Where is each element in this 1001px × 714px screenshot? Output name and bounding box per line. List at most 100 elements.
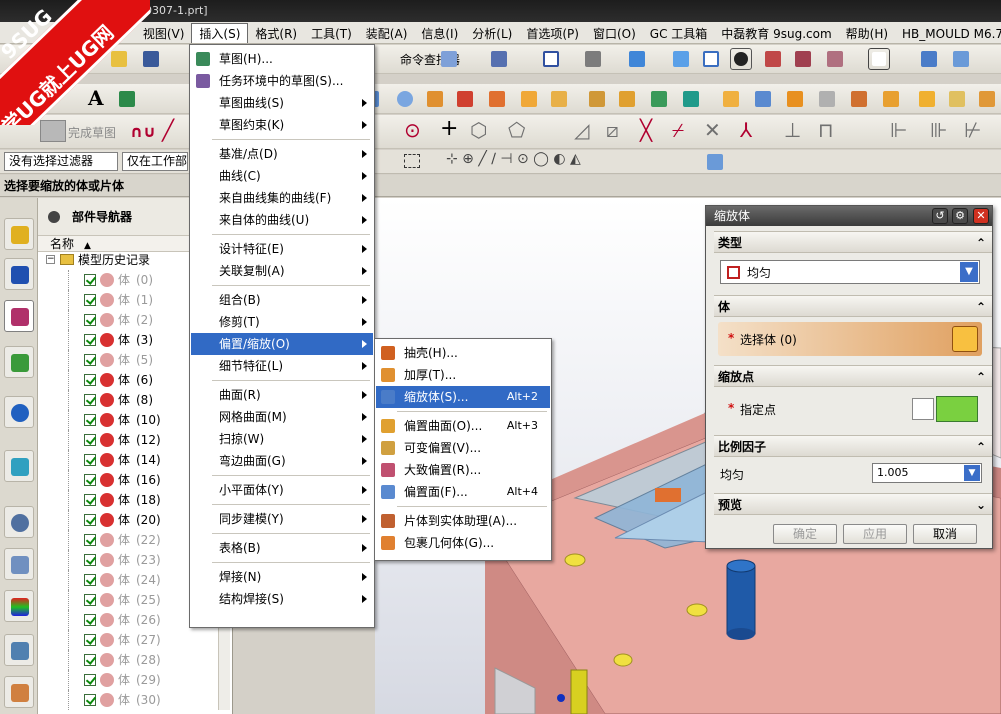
menu-analysis[interactable]: 分析(L) xyxy=(465,24,519,43)
insert-menu-item[interactable]: 结构焊接(S) xyxy=(191,588,373,610)
apply-button[interactable]: 应用 xyxy=(843,524,907,544)
unite-icon[interactable] xyxy=(586,88,608,110)
process-studio-tab[interactable] xyxy=(4,450,34,482)
insert-menu-item[interactable]: 关联复制(A) xyxy=(191,260,373,282)
visibility-checkbox[interactable] xyxy=(84,494,96,506)
menu-zhonglei[interactable]: 中磊教育 9sug.com xyxy=(714,24,838,43)
web-browser-tab[interactable] xyxy=(4,396,34,428)
menu-tools[interactable]: 工具(T) xyxy=(304,24,359,43)
insert-menu-item[interactable]: 基准/点(D) xyxy=(191,143,373,165)
rectangle-select-icon[interactable] xyxy=(404,154,420,168)
visibility-checkbox[interactable] xyxy=(84,574,96,586)
visual-report-tab[interactable] xyxy=(4,590,34,622)
visibility-checkbox[interactable] xyxy=(84,474,96,486)
cancel-button[interactable]: 取消 xyxy=(913,524,977,544)
finish-sketch-label[interactable]: 完成草图 xyxy=(68,124,116,141)
offset-menu-item[interactable]: 加厚(T)... xyxy=(376,364,550,386)
insert-menu-item[interactable]: 弯边曲面(G) xyxy=(191,450,373,472)
visibility-checkbox[interactable] xyxy=(84,694,96,706)
quick-trim-icon[interactable]: ╳ xyxy=(640,118,652,142)
factor-dropdown-icon[interactable]: ▼ xyxy=(964,465,980,481)
polygon-icon[interactable]: ⬠ xyxy=(508,118,525,142)
insert-menu-item[interactable]: 曲面(R) xyxy=(191,384,373,406)
visibility-checkbox[interactable] xyxy=(84,454,96,466)
visibility-checkbox[interactable] xyxy=(84,654,96,666)
part-mode-icon[interactable] xyxy=(704,151,726,173)
menu-assembly[interactable]: 装配(A) xyxy=(359,24,415,43)
visibility-checkbox[interactable] xyxy=(84,394,96,406)
visibility-checkbox[interactable] xyxy=(84,334,96,346)
clip-icon[interactable] xyxy=(792,48,814,70)
insert-menu-item[interactable]: 设计特征(E) xyxy=(191,238,373,260)
close-icon[interactable]: ✕ xyxy=(973,208,989,224)
quick-extend-icon[interactable]: ⌿ xyxy=(672,118,684,142)
offset-menu-item[interactable]: 包裹几何体(G)... xyxy=(376,532,550,554)
visibility-checkbox[interactable] xyxy=(84,634,96,646)
type-filter-dropdown[interactable]: 没有选择过滤器 xyxy=(4,152,118,171)
visibility-checkbox[interactable] xyxy=(84,674,96,686)
section-factor-header[interactable]: 比例因子 ⌃ xyxy=(714,435,992,457)
patch-icon[interactable] xyxy=(848,88,870,110)
dimension-icon[interactable]: ⊥ xyxy=(784,118,801,142)
visibility-checkbox[interactable] xyxy=(84,594,96,606)
insert-menu-item[interactable]: 来自体的曲线(U) xyxy=(191,209,373,231)
collapse-icon[interactable]: − xyxy=(46,255,55,264)
visibility-checkbox[interactable] xyxy=(84,414,96,426)
select-body-cube-icon[interactable] xyxy=(952,326,978,352)
insert-menu-item[interactable]: 焊接(N) xyxy=(191,566,373,588)
uniform-factor-input[interactable]: 1.005 ▼ xyxy=(872,463,982,483)
pattern-icon[interactable] xyxy=(454,88,476,110)
insert-menu-item[interactable]: 细节特征(L) xyxy=(191,355,373,377)
auto-constrain-icon[interactable]: ⊩ xyxy=(890,118,907,142)
extract-icon[interactable] xyxy=(976,88,998,110)
scope-dropdown[interactable]: 仅在工作部件 xyxy=(122,152,188,171)
insert-menu-item[interactable]: 同步建模(Y) xyxy=(191,508,373,530)
draft-icon[interactable] xyxy=(752,88,774,110)
insert-menu-item[interactable]: 草图约束(K) xyxy=(191,114,373,136)
visibility-checkbox[interactable] xyxy=(84,274,96,286)
reset-icon[interactable]: ↺ xyxy=(932,208,948,224)
tree-row[interactable]: 体 (28) xyxy=(38,650,218,670)
menu-format[interactable]: 格式(R) xyxy=(248,24,304,43)
pin-icon[interactable] xyxy=(48,211,60,223)
tree-row[interactable]: 体 (27) xyxy=(38,630,218,650)
background-icon[interactable] xyxy=(868,48,890,70)
insert-menu-item[interactable]: 小平面体(Y) xyxy=(191,479,373,501)
offset-menu-item[interactable]: 片体到实体助理(A)... xyxy=(376,510,550,532)
select-icon[interactable] xyxy=(488,48,510,70)
show-constraints-icon[interactable]: ⊪ xyxy=(930,118,947,142)
roles-people-tab[interactable] xyxy=(4,676,34,708)
intersect-icon[interactable] xyxy=(648,88,670,110)
menu-preferences[interactable]: 首选项(P) xyxy=(519,24,586,43)
studio-icon[interactable] xyxy=(730,48,752,70)
fit-view-icon[interactable] xyxy=(540,48,562,70)
visibility-checkbox[interactable] xyxy=(84,534,96,546)
mirror-curve-icon[interactable]: ⧄ xyxy=(606,118,619,142)
solid-cube-icon[interactable] xyxy=(670,48,692,70)
visibility-checkbox[interactable] xyxy=(84,354,96,366)
mirror-icon[interactable] xyxy=(946,88,968,110)
visibility-checkbox[interactable] xyxy=(84,514,96,526)
visibility-checkbox[interactable] xyxy=(84,314,96,326)
role-tab[interactable] xyxy=(4,634,34,666)
shaded-cube-icon[interactable] xyxy=(626,48,648,70)
offset-menu-item[interactable]: 缩放体(S)... Alt+2 xyxy=(376,386,550,408)
chamfer-icon[interactable] xyxy=(720,88,742,110)
section-body-header[interactable]: 体 ⌃ xyxy=(714,295,992,317)
visibility-checkbox[interactable] xyxy=(84,554,96,566)
line-icon[interactable]: ╱ xyxy=(162,118,174,142)
reuse-library-tab[interactable] xyxy=(4,346,34,378)
system-materials-tab[interactable] xyxy=(4,548,34,580)
rotate-icon[interactable] xyxy=(582,48,604,70)
visibility-checkbox[interactable] xyxy=(84,614,96,626)
menu-hb-mould[interactable]: HB_MOULD M6.7 xyxy=(895,24,1001,43)
offset-menu-item[interactable]: 大致偏置(R)... xyxy=(376,459,550,481)
shell-icon[interactable] xyxy=(486,88,508,110)
menu-gc-toolbox[interactable]: GC 工具箱 xyxy=(643,24,715,43)
point-icon[interactable]: + xyxy=(440,116,458,141)
section-icon[interactable] xyxy=(762,48,784,70)
history-tab[interactable] xyxy=(4,506,34,538)
make-corner-icon[interactable]: ⅄ xyxy=(740,118,752,142)
section-type-header[interactable]: 类型 ⌃ xyxy=(714,231,992,253)
insert-menu-item[interactable]: 表格(B) xyxy=(191,537,373,559)
